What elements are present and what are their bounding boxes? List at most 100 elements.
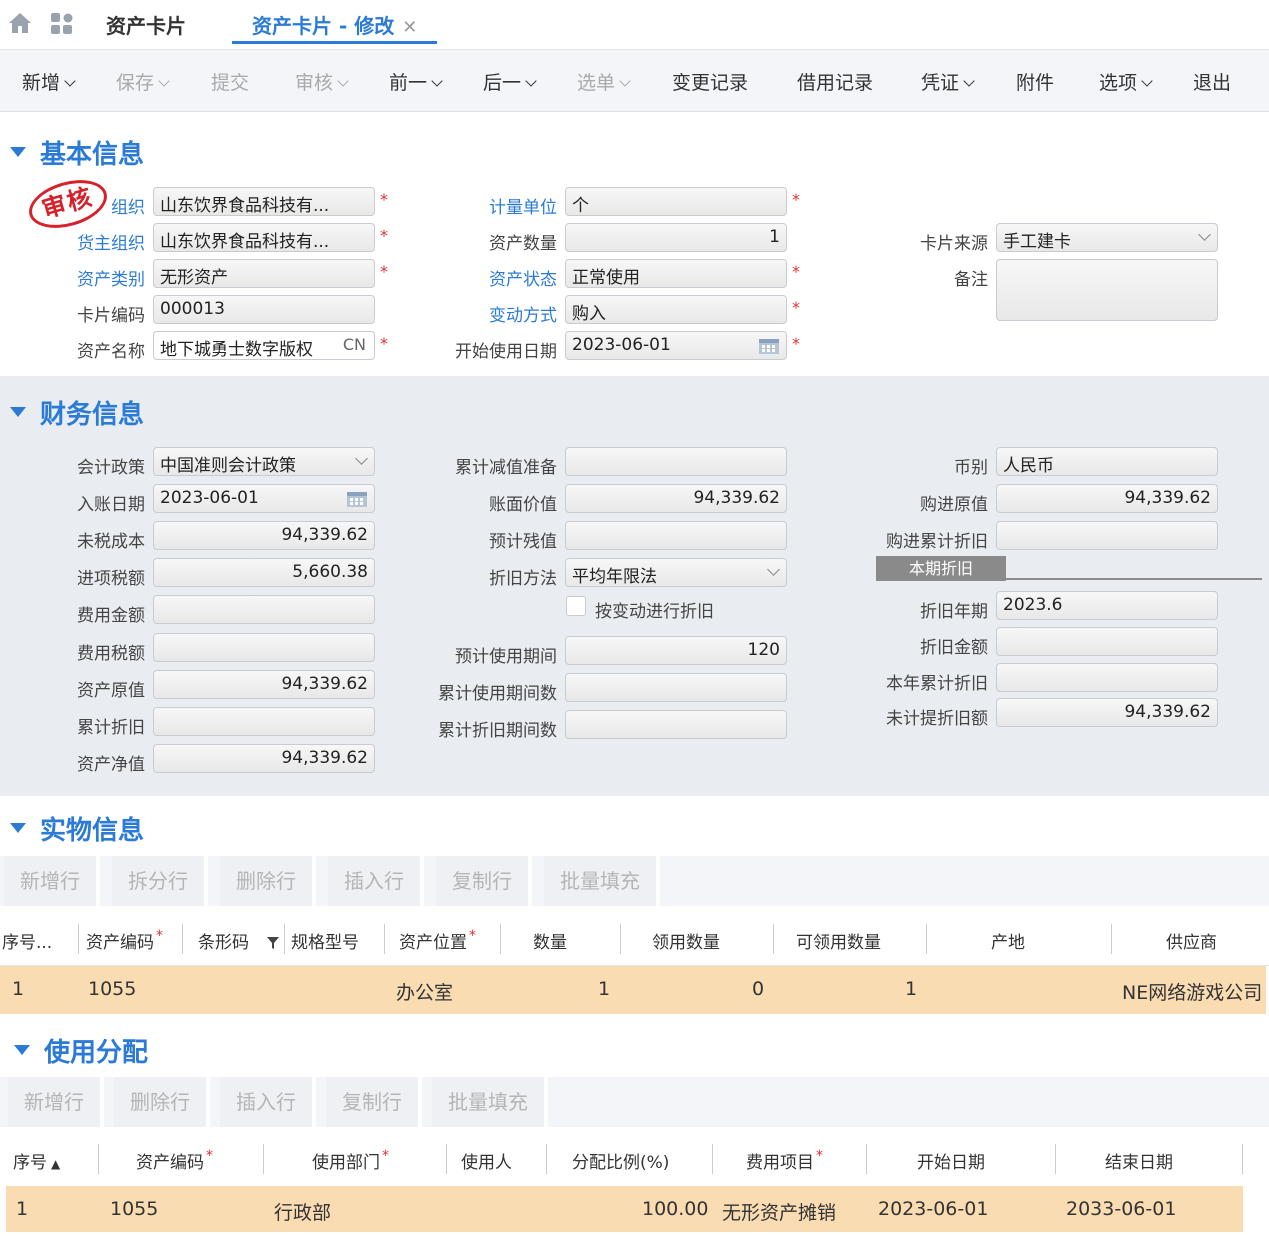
filter-icon[interactable]: [266, 936, 280, 950]
col-department[interactable]: 使用部门 *: [312, 1148, 389, 1173]
change-log-button[interactable]: 变更记录: [672, 68, 748, 95]
org-field[interactable]: 山东饮界食品科技有...: [153, 187, 375, 216]
owner-org-field[interactable]: 山东饮界食品科技有...: [153, 223, 375, 252]
insert-row-button[interactable]: 插入行: [328, 856, 424, 906]
copy-row-button[interactable]: 复制行: [326, 1077, 422, 1127]
required-mark: *: [380, 262, 388, 281]
section-allocation[interactable]: 使用分配: [14, 1032, 148, 1069]
add-row-button[interactable]: 新增行: [8, 1077, 104, 1127]
language-switch[interactable]: CN: [343, 335, 366, 354]
col-asset-code[interactable]: 资产编码 *: [136, 1148, 213, 1173]
entry-date-field[interactable]: 2023-06-01: [153, 484, 375, 513]
card-source-select[interactable]: 手工建卡: [996, 223, 1218, 252]
asset-qty-field[interactable]: 1: [565, 223, 787, 252]
unit-field[interactable]: 个: [565, 187, 787, 216]
col-start-date[interactable]: 开始日期: [917, 1148, 985, 1173]
col-qty[interactable]: 数量: [533, 928, 567, 953]
borrow-log-button[interactable]: 借用记录: [797, 68, 873, 95]
table-row[interactable]: 1 1055 办公室 1 0 1 NE网络游戏公司: [0, 966, 1266, 1014]
tab-label: 资产卡片 - 修改: [252, 14, 395, 38]
apps-grid-icon[interactable]: [50, 12, 74, 36]
dep-year-field[interactable]: 2023.6: [996, 591, 1218, 620]
add-row-button[interactable]: 新增行: [4, 856, 100, 906]
select-button[interactable]: 选单: [577, 68, 631, 95]
residual-field[interactable]: [565, 521, 787, 550]
attachment-button[interactable]: 附件: [1016, 68, 1054, 95]
prev-button[interactable]: 前一: [389, 68, 443, 95]
col-spec[interactable]: 规格型号: [291, 928, 359, 953]
section-finance-info[interactable]: 财务信息: [10, 394, 144, 431]
section-physical-info[interactable]: 实物信息: [10, 810, 144, 847]
expense-tax-field[interactable]: [153, 633, 375, 662]
delete-row-button[interactable]: 删除行: [114, 1077, 210, 1127]
year-accum-dep-field[interactable]: [996, 663, 1218, 692]
dep-by-change-checkbox[interactable]: [566, 596, 586, 616]
next-button[interactable]: 后一: [483, 68, 537, 95]
currency-field[interactable]: 人民币: [996, 447, 1218, 476]
tab-asset-card-edit[interactable]: 资产卡片 - 修改 ✕: [232, 0, 438, 44]
insert-row-button[interactable]: 插入行: [220, 1077, 316, 1127]
accum-dep-field[interactable]: [153, 707, 375, 736]
voucher-button[interactable]: 凭证: [921, 68, 975, 95]
table-row[interactable]: 1 1055 行政部 100.00 无形资产摊销 2023-06-01 2033…: [6, 1186, 1243, 1232]
col-available-qty[interactable]: 可领用数量: [796, 928, 881, 953]
asset-name-value: 地下城勇士数字版权: [160, 340, 313, 360]
col-supplier[interactable]: 供应商: [1166, 928, 1217, 953]
col-origin[interactable]: 产地: [991, 928, 1025, 953]
toolbar: 新增 保存 提交 审核 前一 后一 选单 变更记录 借用记录 凭证 附件 选项 …: [0, 50, 1269, 112]
start-date-field[interactable]: 2023-06-01: [565, 331, 787, 360]
col-seq[interactable]: 序号...: [2, 928, 52, 953]
calendar-icon[interactable]: [758, 337, 780, 355]
col-seq[interactable]: 序号 ▲: [13, 1148, 60, 1173]
dep-amount-field[interactable]: [996, 627, 1218, 656]
purchase-accum-dep-field[interactable]: [996, 521, 1218, 550]
tab-asset-card[interactable]: 资产卡片: [106, 10, 186, 39]
col-end-date[interactable]: 结束日期: [1105, 1148, 1173, 1173]
add-button[interactable]: 新增: [22, 68, 76, 95]
net-value-field[interactable]: 94,339.62: [153, 744, 375, 773]
input-tax-field[interactable]: 5,660.38: [153, 558, 375, 587]
book-value-field[interactable]: 94,339.62: [565, 484, 787, 513]
col-user[interactable]: 使用人: [461, 1148, 512, 1173]
card-code-field[interactable]: 000013: [153, 295, 375, 324]
col-barcode[interactable]: 条形码: [198, 928, 249, 953]
original-value-field[interactable]: 94,339.62: [153, 670, 375, 699]
audit-button[interactable]: 审核: [295, 68, 349, 95]
submit-button[interactable]: 提交: [211, 68, 249, 95]
section-basic-info[interactable]: 基本信息: [10, 134, 144, 171]
purchase-original-field[interactable]: 94,339.62: [996, 484, 1218, 513]
untaxed-cost-field[interactable]: 94,339.62: [153, 521, 375, 550]
col-ratio[interactable]: 分配比例(%): [572, 1148, 669, 1173]
col-asset-code[interactable]: 资产编码 *: [86, 928, 163, 953]
dep-method-select[interactable]: 平均年限法: [565, 558, 787, 587]
col-seq-label: 序号: [13, 1153, 47, 1173]
remaining-dep-field[interactable]: 94,339.62: [996, 698, 1218, 727]
batch-fill-button[interactable]: 批量填充: [544, 856, 660, 906]
dep-periods-field[interactable]: [565, 710, 787, 739]
home-icon[interactable]: [8, 12, 32, 34]
policy-select[interactable]: 中国准则会计政策: [153, 447, 375, 476]
batch-fill-button[interactable]: 批量填充: [432, 1077, 548, 1127]
options-button[interactable]: 选项: [1099, 68, 1153, 95]
asset-category-field[interactable]: 无形资产: [153, 259, 375, 288]
calendar-icon[interactable]: [346, 490, 368, 508]
expense-amount-field[interactable]: [153, 595, 375, 624]
delete-row-button[interactable]: 删除行: [220, 856, 316, 906]
col-location[interactable]: 资产位置 *: [399, 928, 476, 953]
useful-life-field[interactable]: 120: [565, 636, 787, 665]
policy-label: 会计政策: [77, 458, 145, 478]
impairment-field[interactable]: [565, 447, 787, 476]
col-expense-item[interactable]: 费用项目 *: [746, 1148, 823, 1173]
note-textarea[interactable]: [996, 259, 1218, 321]
split-row-button[interactable]: 拆分行: [112, 856, 208, 906]
col-used-qty[interactable]: 领用数量: [652, 928, 720, 953]
tab-period-depreciation[interactable]: 本期折旧: [876, 556, 1006, 581]
copy-row-button[interactable]: 复制行: [436, 856, 532, 906]
used-periods-field[interactable]: [565, 673, 787, 702]
asset-status-field[interactable]: 正常使用: [565, 259, 787, 288]
asset-name-field[interactable]: 地下城勇士数字版权 CN: [153, 331, 375, 360]
close-icon[interactable]: ✕: [402, 17, 417, 38]
change-method-field[interactable]: 购入: [565, 295, 787, 324]
exit-button[interactable]: 退出: [1193, 68, 1231, 95]
save-button[interactable]: 保存: [116, 68, 170, 95]
